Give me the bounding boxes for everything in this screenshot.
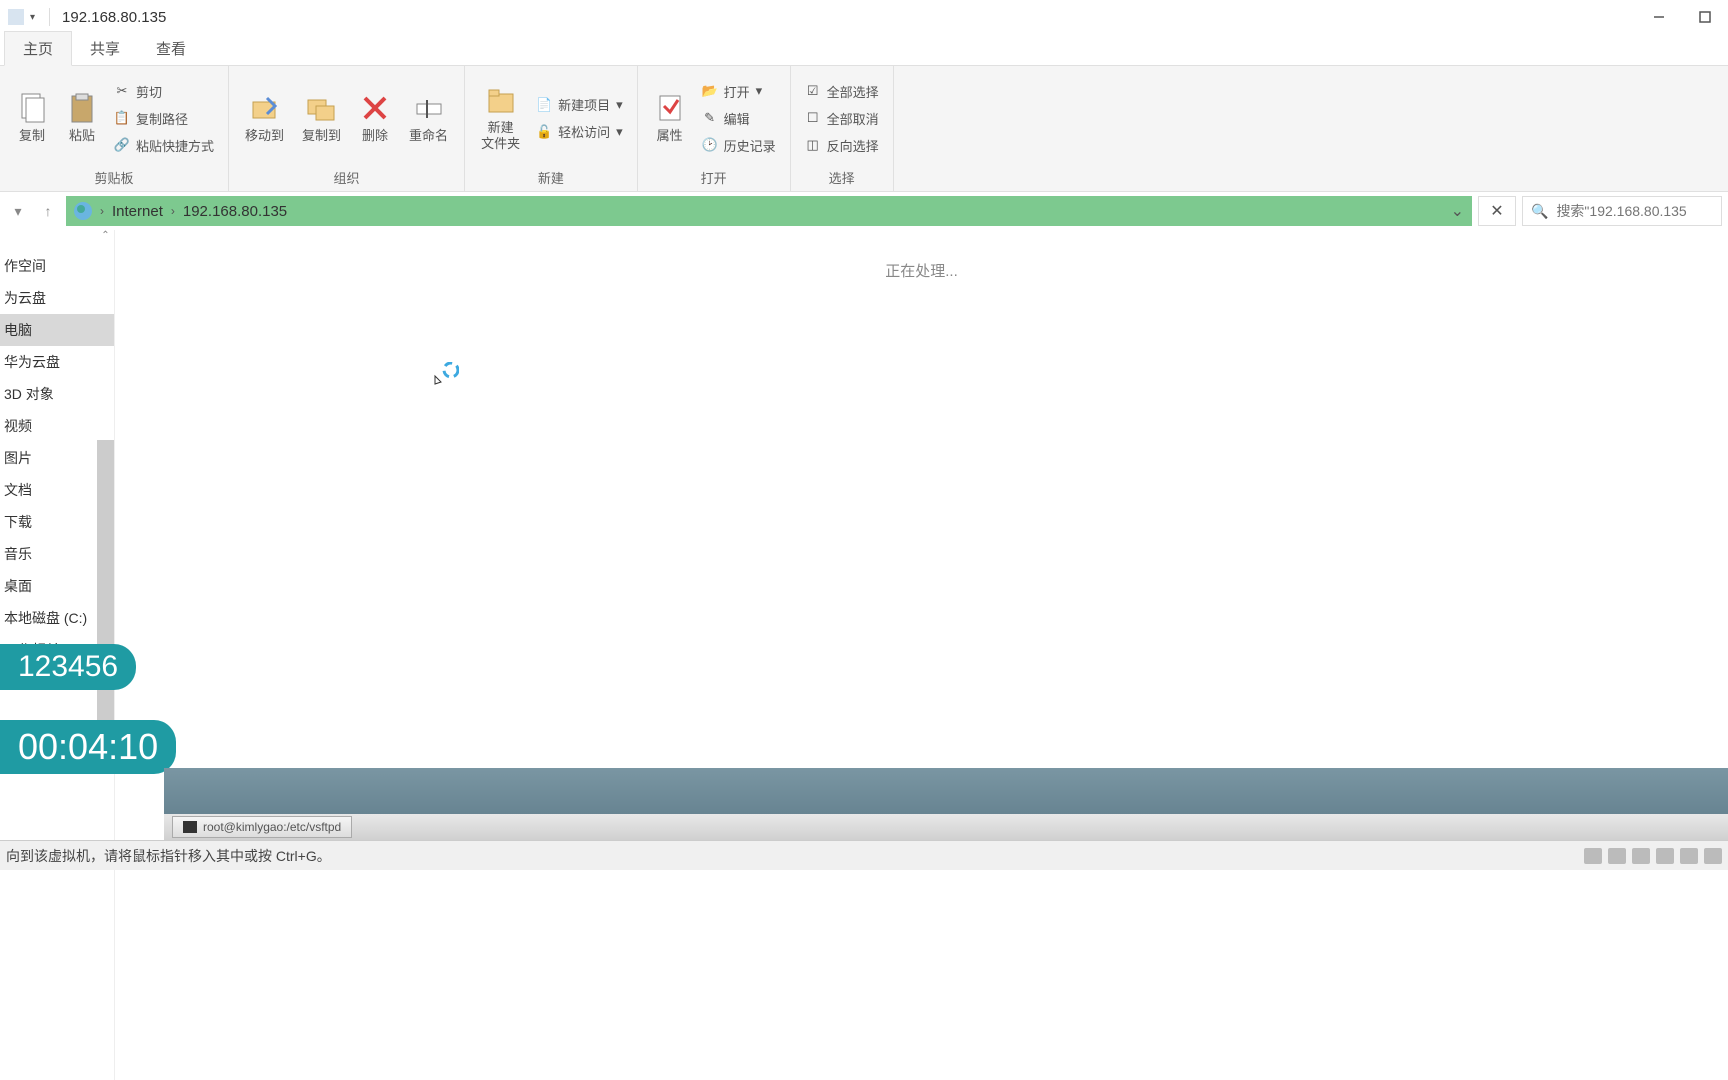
chevron-right-icon: ›	[100, 204, 104, 218]
copy-path-button[interactable]: 📋复制路径	[110, 107, 218, 130]
file-list-area[interactable]: 正在处理...	[115, 230, 1728, 1080]
title-bar: ▾ 192.168.80.135	[0, 0, 1728, 34]
chevron-down-icon: ▾	[616, 97, 623, 113]
ribbon-group-new: 新建 文件夹 📄新建项目 ▾ 🔓轻松访问 ▾ 新建	[465, 66, 638, 191]
qa-dropdown-icon[interactable]: ▾	[30, 12, 35, 23]
minimize-icon	[1653, 11, 1665, 23]
path-icon: 📋	[114, 110, 130, 126]
new-folder-button[interactable]: 新建 文件夹	[475, 82, 526, 153]
rename-icon	[413, 92, 445, 124]
group-label-clipboard: 剪贴板	[10, 166, 218, 189]
tab-share[interactable]: 共享	[72, 32, 138, 65]
internet-icon	[74, 202, 92, 220]
open-button[interactable]: 📂打开 ▾	[698, 80, 780, 103]
breadcrumb-path[interactable]: 192.168.80.135	[183, 203, 287, 220]
nav-recent-dropdown[interactable]: ▾	[6, 199, 30, 223]
delete-icon	[359, 92, 391, 124]
history-button[interactable]: 🕑历史记录	[698, 134, 780, 157]
properties-button[interactable]: 属性	[648, 90, 692, 146]
copy-to-button[interactable]: 复制到	[296, 90, 347, 146]
window-title: 192.168.80.135	[62, 9, 166, 26]
new-item-icon: 📄	[536, 97, 552, 113]
tray-printer-icon[interactable]	[1656, 848, 1674, 864]
search-icon: 🔍	[1531, 203, 1548, 220]
tray-usb-icon[interactable]	[1704, 848, 1722, 864]
tab-view[interactable]: 查看	[138, 32, 204, 65]
easy-access-icon: 🔓	[536, 124, 552, 140]
group-label-organize: 组织	[239, 166, 454, 189]
tray-network-icon[interactable]	[1632, 848, 1650, 864]
tray-disk-icon[interactable]	[1584, 848, 1602, 864]
rename-button[interactable]: 重命名	[403, 90, 454, 146]
paste-button[interactable]: 粘贴	[60, 90, 104, 146]
move-icon	[249, 92, 281, 124]
vm-hint-text: 向到该虚拟机，请将鼠标指针移入其中或按 Ctrl+G。	[6, 846, 331, 866]
paste-icon	[66, 92, 98, 124]
scissors-icon: ✂	[114, 83, 130, 99]
window-controls	[1636, 0, 1728, 34]
chevron-down-icon: ▾	[756, 83, 763, 99]
maximize-icon	[1699, 11, 1711, 23]
folder-icon	[485, 84, 517, 116]
invert-icon: ◫	[805, 137, 821, 153]
minimize-button[interactable]	[1636, 0, 1682, 34]
tray-sound-icon[interactable]	[1680, 848, 1698, 864]
select-none-icon: ☐	[805, 110, 821, 126]
wait-cursor-icon	[433, 362, 459, 388]
ribbon-group-clipboard: 复制 粘贴 ✂剪切 📋复制路径 🔗粘贴快捷方式 剪贴板	[0, 66, 229, 191]
new-item-button[interactable]: 📄新建项目 ▾	[532, 93, 627, 116]
chevron-right-icon: ›	[171, 204, 175, 218]
invert-selection-button[interactable]: ◫反向选择	[801, 134, 883, 157]
copy-icon	[16, 92, 48, 124]
address-bar-row: ▾ ↑ › Internet › 192.168.80.135 ⌄ ✕ 🔍	[0, 192, 1728, 230]
select-none-button[interactable]: ☐全部取消	[801, 107, 883, 130]
ribbon-tabs: 主页 共享 查看	[0, 34, 1728, 66]
breadcrumb-root[interactable]: Internet	[112, 203, 163, 220]
history-icon: 🕑	[702, 137, 718, 153]
terminal-icon	[183, 821, 197, 833]
tray-cd-icon[interactable]	[1608, 848, 1626, 864]
app-icon	[8, 9, 24, 25]
tab-home[interactable]: 主页	[4, 31, 72, 66]
nav-up-button[interactable]: ↑	[36, 199, 60, 223]
easy-access-button[interactable]: 🔓轻松访问 ▾	[532, 120, 627, 143]
content-area: ⌃ 作空间为云盘电脑华为云盘3D 对象视频图片文档下载音乐桌面本地磁盘 (C:)…	[0, 230, 1728, 1080]
select-all-button[interactable]: ☑全部选择	[801, 80, 883, 103]
ribbon-group-open: 属性 📂打开 ▾ ✎编辑 🕑历史记录 打开	[638, 66, 791, 191]
select-all-icon: ☑	[805, 83, 821, 99]
vm-tray	[1584, 848, 1722, 864]
edit-button[interactable]: ✎编辑	[698, 107, 780, 130]
vm-status-bar: 向到该虚拟机，请将鼠标指针移入其中或按 Ctrl+G。	[0, 840, 1728, 870]
stop-button[interactable]: ✕	[1478, 196, 1516, 226]
group-label-new: 新建	[475, 166, 627, 189]
paste-shortcut-button[interactable]: 🔗粘贴快捷方式	[110, 134, 218, 157]
maximize-button[interactable]	[1682, 0, 1728, 34]
search-box[interactable]: 🔍	[1522, 196, 1722, 226]
address-bar[interactable]: › Internet › 192.168.80.135 ⌄	[66, 196, 1472, 226]
group-label-select: 选择	[801, 166, 883, 189]
loading-text: 正在处理...	[885, 260, 958, 281]
taskbar-terminal-item[interactable]: root@kimlygao:/etc/vsftpd	[172, 816, 352, 838]
copy-to-icon	[306, 92, 338, 124]
title-separator	[49, 8, 50, 26]
close-icon: ✕	[1490, 201, 1503, 221]
search-input[interactable]	[1556, 203, 1713, 219]
ribbon: 复制 粘贴 ✂剪切 📋复制路径 🔗粘贴快捷方式 剪贴板 移动到 复制到	[0, 66, 1728, 192]
edit-icon: ✎	[702, 110, 718, 126]
open-icon: 📂	[702, 83, 718, 99]
properties-icon	[654, 92, 686, 124]
shortcut-icon: 🔗	[114, 137, 130, 153]
copy-button[interactable]: 复制	[10, 90, 54, 146]
cut-button[interactable]: ✂剪切	[110, 80, 218, 103]
address-dropdown-icon[interactable]: ⌄	[1451, 201, 1464, 221]
overlay-timer-badge: 00:04:10	[0, 720, 176, 774]
overlay-code-badge: 123456	[0, 644, 136, 690]
ribbon-group-select: ☑全部选择 ☐全部取消 ◫反向选择 选择	[791, 66, 894, 191]
group-label-open: 打开	[648, 166, 780, 189]
vm-taskbar: root@kimlygao:/etc/vsftpd	[164, 768, 1728, 840]
ribbon-group-organize: 移动到 复制到 删除 重命名 组织	[229, 66, 465, 191]
delete-button[interactable]: 删除	[353, 90, 397, 146]
chevron-down-icon: ▾	[616, 124, 623, 140]
move-to-button[interactable]: 移动到	[239, 90, 290, 146]
